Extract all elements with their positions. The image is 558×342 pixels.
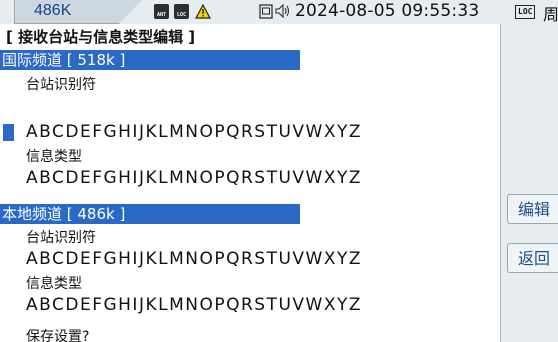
message-type-field[interactable]: ABCDEFGHIJKLMNOPQRSTUVWXYZ [26, 295, 362, 315]
page-title: [ 接收台站与信息类型编辑 ] [6, 28, 196, 46]
loc-icon: LOC [174, 4, 189, 19]
station-id-field[interactable]: ABCDEFGHIJKLMNOPQRSTUVWXYZ [26, 249, 362, 269]
text-cursor [3, 124, 14, 141]
warning-icon [194, 3, 212, 19]
frequency-label: 486K [34, 2, 72, 19]
station-id-label: 台站识别符 [26, 230, 96, 246]
ant-icon: ANT [154, 4, 169, 19]
side-menu: 编辑 返回 [501, 24, 558, 342]
message-type-label: 信息类型 [26, 276, 82, 292]
save-prompt: 保存设置? [26, 329, 90, 342]
section-header-international[interactable]: 国际频道 [ 518k ] [0, 50, 300, 70]
status-bar: 486K ANT LOC 2024-08-05 09:55:33 LOC 周 [0, 0, 558, 24]
section-header-local[interactable]: 本地频道 [ 486k ] [0, 204, 300, 224]
status-right-glyph: 周 [543, 5, 558, 24]
back-button[interactable]: 返回 [507, 243, 558, 273]
message-type-label: 信息类型 [26, 149, 82, 165]
loc-badge: LOC [515, 5, 536, 19]
datetime-display: 2024-08-05 09:55:33 [295, 1, 480, 21]
edit-panel: [ 接收台站与信息类型编辑 ] 国际频道 [ 518k ] 台站识别符 ABCD… [0, 24, 501, 342]
station-id-label: 台站识别符 [26, 77, 96, 93]
message-type-field[interactable]: ABCDEFGHIJKLMNOPQRSTUVWXYZ [26, 168, 362, 188]
station-id-field[interactable]: ABCDEFGHIJKLMNOPQRSTUVWXYZ [26, 122, 362, 142]
edit-button[interactable]: 编辑 [507, 194, 558, 224]
sim-card-icon [259, 4, 273, 19]
speaker-icon [275, 3, 291, 19]
